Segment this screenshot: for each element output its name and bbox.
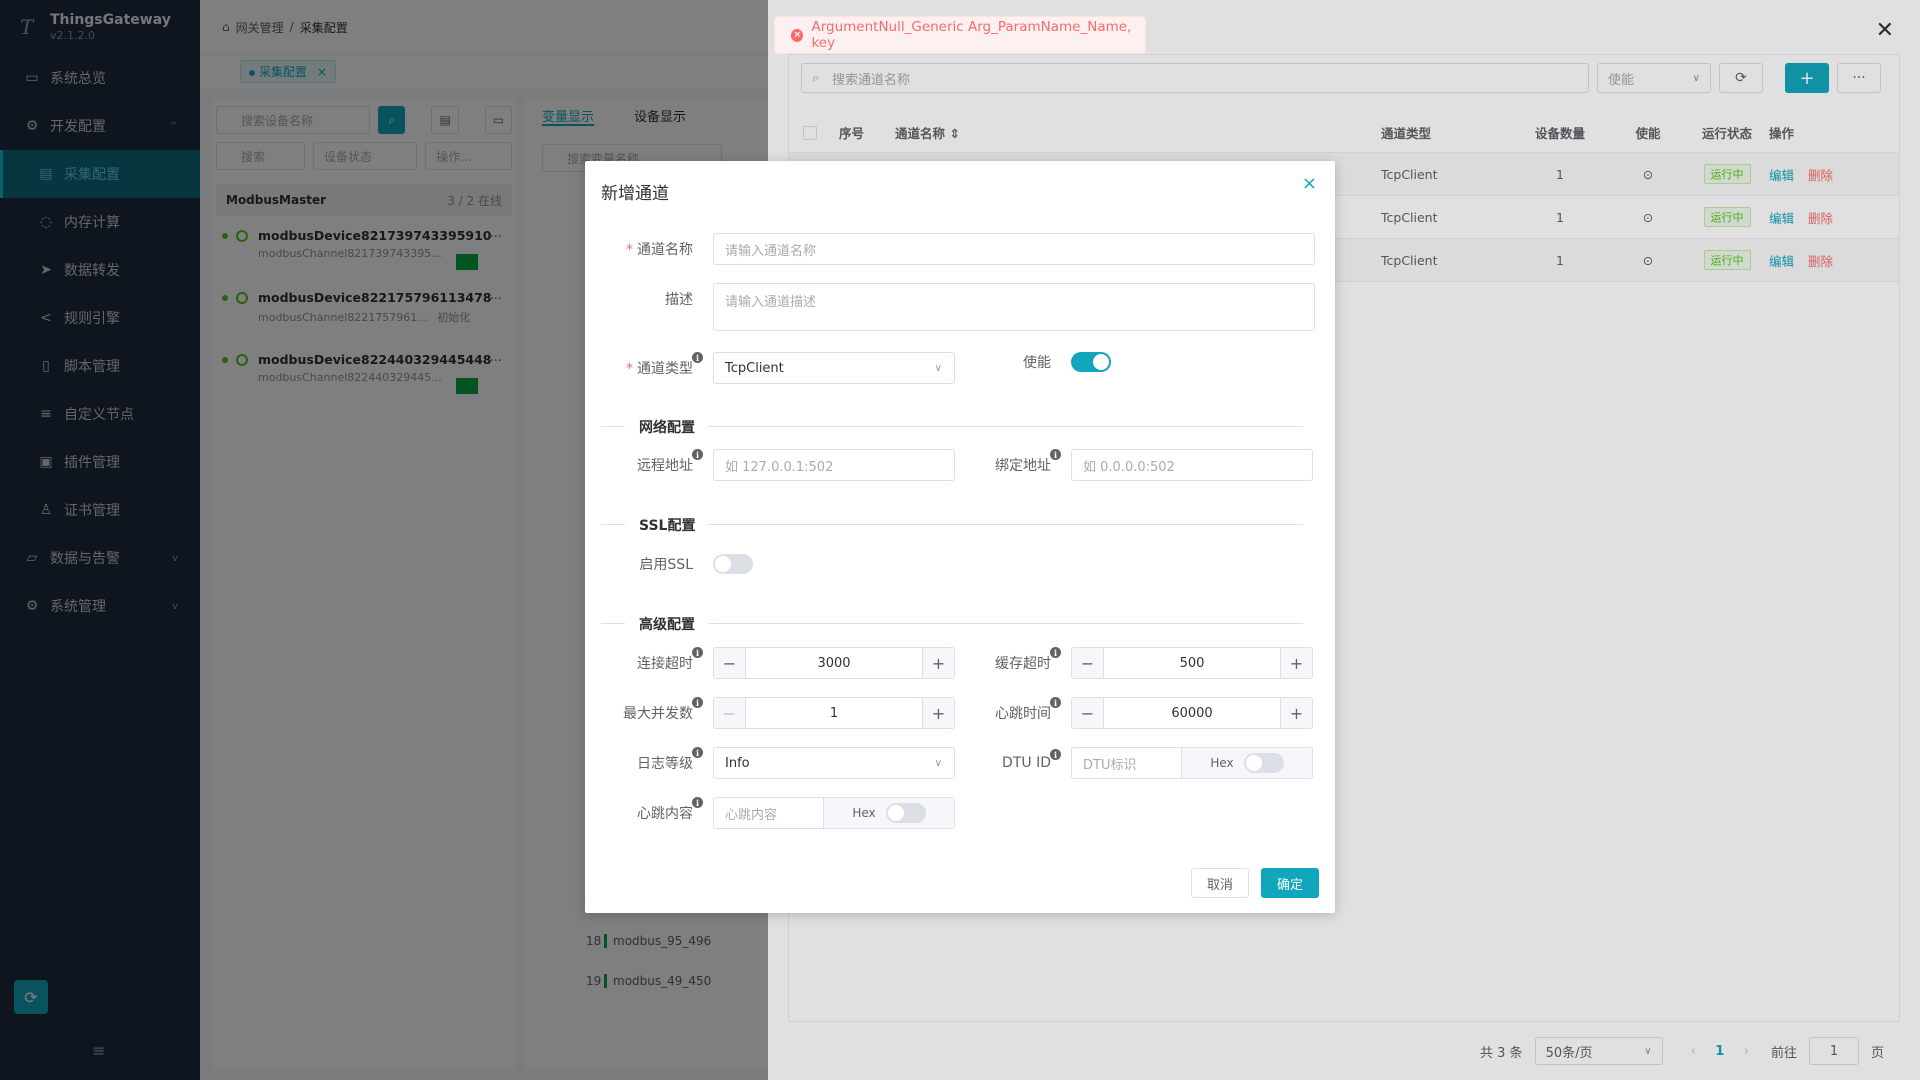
bind-address-input[interactable]: 如 0.0.0.0:502: [1071, 449, 1313, 481]
heartbeat-hex-toggle[interactable]: [885, 803, 926, 823]
decrement-button[interactable]: −: [1072, 648, 1104, 678]
max-concurrency-stepper: − 1 +: [713, 697, 955, 729]
dtu-id-label: DTU ID i: [959, 749, 1061, 771]
log-level-label: 日志等级 i: [601, 747, 703, 773]
ssl-label: 启用SSL: [639, 557, 693, 573]
channel-type-select[interactable]: TcpClient ∨: [713, 352, 955, 384]
log-level-value: Info: [725, 755, 750, 771]
info-icon[interactable]: i: [1050, 449, 1061, 460]
dtu-hex-toggle[interactable]: [1243, 753, 1284, 773]
max-concurrency-value[interactable]: 1: [746, 706, 922, 721]
toggle-knob: [715, 556, 731, 572]
description-textarea[interactable]: 请输入通道描述: [713, 283, 1315, 331]
toggle-knob: [1245, 755, 1262, 771]
dtu-id-field: DTU标识 Hex: [1071, 747, 1313, 779]
increment-button[interactable]: +: [1280, 648, 1312, 678]
cache-timeout-stepper: − 500 +: [1071, 647, 1313, 679]
cache-timeout-label: 缓存超时 i: [959, 647, 1061, 673]
error-toast: × ArgumentNull_Generic Arg_ParamName_Nam…: [774, 16, 1146, 54]
chevron-down-icon: ∨: [934, 757, 942, 769]
decrement-button[interactable]: −: [714, 698, 746, 728]
connect-timeout-stepper: − 3000 +: [713, 647, 955, 679]
heartbeat-time-label: 心跳时间 i: [959, 697, 1061, 723]
add-channel-dialog: 新增通道 × * 通道名称 请输入通道名称 描述 请输入通道描述 * 通道类型 i T…: [585, 161, 1335, 913]
heartbeat-content-input[interactable]: 心跳内容: [714, 798, 824, 828]
dialog-close-icon[interactable]: ×: [1302, 173, 1317, 194]
hex-label: Hex: [852, 806, 876, 820]
channel-name-label-text: 通道名称: [637, 242, 693, 258]
error-icon: ×: [791, 28, 804, 42]
heartbeat-time-value[interactable]: 60000: [1104, 706, 1280, 721]
bind-address-label: 绑定地址 i: [959, 449, 1061, 475]
cache-timeout-label-text: 缓存超时: [995, 656, 1051, 672]
channel-type-value: TcpClient: [725, 360, 784, 376]
confirm-button[interactable]: 确定: [1261, 868, 1319, 898]
connect-timeout-label: 连接超时 i: [601, 647, 703, 673]
chevron-down-icon: ∨: [934, 362, 942, 374]
channel-name-input[interactable]: 请输入通道名称: [713, 233, 1315, 265]
remote-address-label-text: 远程地址: [637, 458, 693, 474]
heartbeat-content-field: 心跳内容 Hex: [713, 797, 955, 829]
max-concurrency-label: 最大并发数 i: [601, 697, 703, 723]
channel-name-label: * 通道名称: [601, 239, 693, 259]
decrement-button[interactable]: −: [1072, 698, 1104, 728]
heartbeat-hex-addon: Hex: [824, 798, 954, 828]
info-icon[interactable]: i: [692, 697, 703, 708]
log-level-select[interactable]: Info ∨: [713, 747, 955, 779]
description-label: 描述: [665, 292, 693, 308]
enable-label: 使能: [1023, 355, 1051, 371]
info-icon[interactable]: i: [692, 449, 703, 460]
remote-address-input[interactable]: 如 127.0.0.1:502: [713, 449, 955, 481]
heartbeat-content-label: 心跳内容 i: [601, 797, 703, 823]
toggle-knob: [1093, 354, 1109, 370]
connect-timeout-label-text: 连接超时: [637, 656, 693, 672]
advanced-section-title: 高级配置: [625, 614, 709, 634]
heartbeat-content-label-text: 心跳内容: [637, 806, 693, 822]
max-concurrency-label-text: 最大并发数: [623, 706, 693, 722]
heartbeat-time-stepper: − 60000 +: [1071, 697, 1313, 729]
info-icon[interactable]: i: [1050, 697, 1061, 708]
ssl-toggle[interactable]: [713, 554, 753, 574]
dtu-id-label-text: DTU ID: [1002, 755, 1051, 771]
heartbeat-time-label-text: 心跳时间: [995, 706, 1051, 722]
log-level-label-text: 日志等级: [637, 756, 693, 772]
required-mark: *: [626, 361, 633, 377]
cache-timeout-value[interactable]: 500: [1104, 656, 1280, 671]
increment-button[interactable]: +: [1280, 698, 1312, 728]
bind-address-label-text: 绑定地址: [995, 458, 1051, 474]
dtu-id-input[interactable]: DTU标识: [1072, 748, 1182, 778]
enable-toggle[interactable]: [1071, 352, 1111, 372]
channel-type-label-text: 通道类型: [637, 361, 693, 377]
remote-address-label: 远程地址 i: [601, 449, 703, 475]
increment-button[interactable]: +: [922, 648, 954, 678]
required-mark: *: [626, 242, 633, 258]
toggle-knob: [887, 805, 904, 821]
dtu-hex-addon: Hex: [1182, 748, 1312, 778]
decrement-button[interactable]: −: [714, 648, 746, 678]
ssl-section-title: SSL配置: [625, 515, 710, 535]
increment-button[interactable]: +: [922, 698, 954, 728]
info-icon[interactable]: i: [692, 797, 703, 808]
network-section-title: 网络配置: [625, 417, 709, 437]
info-icon[interactable]: i: [692, 352, 703, 363]
channel-type-label: * 通道类型 i: [601, 352, 703, 378]
info-icon[interactable]: i: [692, 747, 703, 758]
dialog-title: 新增通道: [601, 184, 669, 204]
cancel-button[interactable]: 取消: [1191, 868, 1249, 898]
info-icon[interactable]: i: [1050, 647, 1061, 658]
connect-timeout-value[interactable]: 3000: [746, 656, 922, 671]
toast-message: ArgumentNull_Generic Arg_ParamName_Name,…: [811, 19, 1132, 51]
info-icon[interactable]: i: [692, 647, 703, 658]
hex-label: Hex: [1210, 756, 1234, 770]
info-icon[interactable]: i: [1050, 749, 1061, 760]
